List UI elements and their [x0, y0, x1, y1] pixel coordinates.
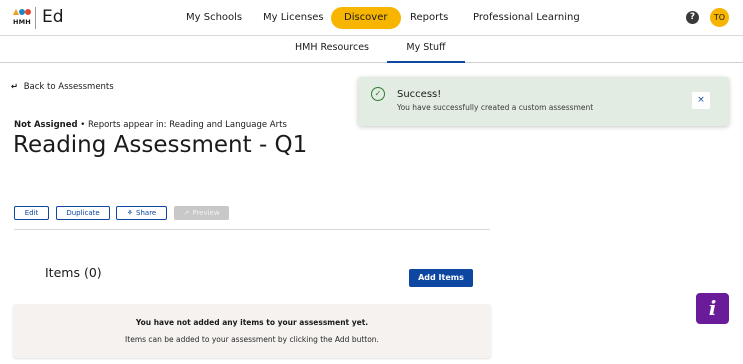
logo-mark-icon	[13, 9, 31, 17]
logo-product-name: Ed	[42, 7, 64, 27]
tab-my-stuff[interactable]: My Stuff	[387, 36, 465, 63]
toast-message: You have successfully created a custom a…	[397, 103, 594, 112]
help-icon[interactable]: ?	[686, 11, 699, 24]
logo-divider	[35, 7, 36, 29]
nav-reports[interactable]: Reports	[410, 7, 448, 29]
nav-my-schools[interactable]: My Schools	[186, 7, 242, 29]
reports-note: • Reports appear in: Reading and Languag…	[77, 120, 287, 130]
logo-hmh-text: HMH	[13, 18, 31, 26]
share-icon: ⚘	[126, 209, 134, 217]
back-to-assessments-link[interactable]: ↵ Back to Assessments	[11, 81, 114, 93]
share-button[interactable]: ⚘ Share	[116, 206, 167, 220]
assignment-status: Not Assigned	[14, 120, 78, 130]
items-heading: Items (0)	[45, 265, 102, 280]
external-link-icon: ↗	[183, 209, 190, 217]
user-avatar[interactable]: TO	[710, 8, 729, 27]
preview-button[interactable]: ↗ Preview	[174, 206, 229, 220]
nav-my-licenses[interactable]: My Licenses	[263, 7, 324, 29]
top-navigation: HMH Ed My Schools My Licenses Discover R…	[0, 0, 743, 36]
empty-items-panel: You have not added any items to your ass…	[13, 304, 491, 358]
empty-items-body: Items can be added to your assessment by…	[125, 335, 379, 344]
back-link-label: Back to Assessments	[23, 82, 114, 92]
check-circle-icon: ✓	[371, 87, 385, 101]
info-icon[interactable]: i	[696, 293, 729, 324]
preview-button-label: Preview	[192, 209, 220, 217]
nav-discover[interactable]: Discover	[331, 7, 401, 29]
section-divider	[14, 229, 490, 230]
toast-title: Success!	[397, 89, 442, 100]
tab-hmh-resources[interactable]: HMH Resources	[288, 36, 376, 63]
empty-items-title: You have not added any items to your ass…	[135, 318, 369, 327]
share-button-label: Share	[136, 209, 157, 217]
add-items-button[interactable]: Add Items	[409, 269, 473, 287]
back-arrow-icon: ↵	[11, 82, 19, 92]
success-toast: ✓ Success! You have successfully created…	[358, 77, 729, 126]
duplicate-button-label: Duplicate	[66, 209, 100, 217]
duplicate-button[interactable]: Duplicate	[56, 206, 110, 220]
edit-button[interactable]: Edit	[14, 206, 49, 220]
nav-professional-learning[interactable]: Professional Learning	[473, 7, 580, 29]
assessment-meta: Not Assigned • Reports appear in: Readin…	[14, 120, 287, 130]
edit-button-label: Edit	[24, 209, 39, 217]
page-title: Reading Assessment - Q1	[13, 132, 308, 158]
hmh-ed-logo[interactable]: HMH Ed	[13, 7, 73, 29]
close-icon[interactable]: ×	[692, 92, 710, 109]
sub-navigation: HMH Resources My Stuff	[0, 36, 743, 63]
